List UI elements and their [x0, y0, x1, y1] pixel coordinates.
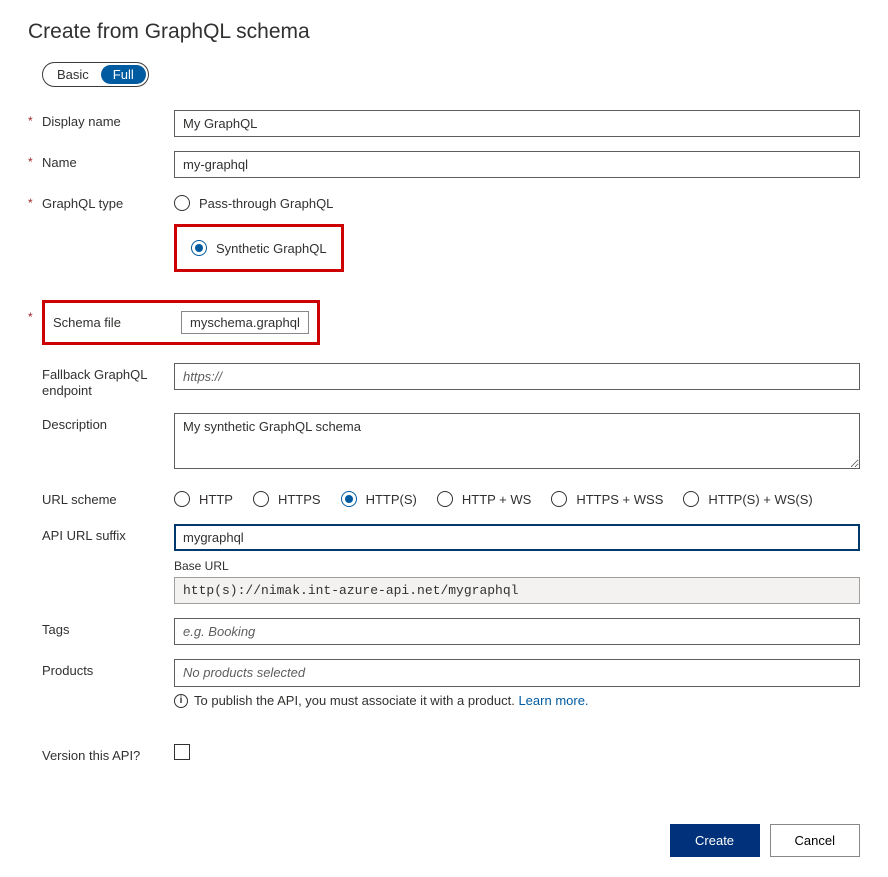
api-url-suffix-input[interactable] — [174, 524, 860, 551]
radio-passthrough-label: Pass-through GraphQL — [199, 196, 333, 211]
radio-https-both-label: HTTP(S) — [366, 492, 417, 507]
radio-http[interactable] — [174, 491, 190, 507]
publish-info-text: To publish the API, you must associate i… — [194, 693, 589, 708]
radio-https-label: HTTPS — [278, 492, 321, 507]
required-indicator: * — [28, 110, 42, 128]
radio-https-wss[interactable] — [551, 491, 567, 507]
required-indicator: * — [28, 192, 42, 210]
view-toggle[interactable]: Basic Full — [42, 62, 149, 87]
graphql-type-label: GraphQL type — [42, 192, 174, 212]
base-url-value: http(s)://nimak.int-azure-api.net/mygrap… — [174, 577, 860, 604]
products-placeholder: No products selected — [183, 665, 305, 680]
radio-http-ws-label: HTTP + WS — [462, 492, 531, 507]
synthetic-highlight: Synthetic GraphQL — [174, 224, 344, 272]
api-url-suffix-label: API URL suffix — [42, 524, 174, 544]
radio-synthetic-label: Synthetic GraphQL — [216, 241, 327, 256]
radio-synthetic[interactable] — [191, 240, 207, 256]
radio-https-wss-both-label: HTTP(S) + WS(S) — [708, 492, 812, 507]
toggle-basic[interactable]: Basic — [45, 65, 101, 84]
fallback-endpoint-input[interactable] — [174, 363, 860, 390]
url-scheme-label: URL scheme — [42, 488, 174, 508]
name-label: Name — [42, 151, 174, 171]
fallback-endpoint-label: Fallback GraphQL endpoint — [42, 363, 174, 399]
base-url-label: Base URL — [174, 559, 860, 573]
radio-https-both[interactable] — [341, 491, 357, 507]
description-label: Description — [42, 413, 174, 433]
products-label: Products — [42, 659, 174, 679]
schema-file-label: Schema file — [53, 315, 185, 330]
radio-http-ws[interactable] — [437, 491, 453, 507]
name-input[interactable] — [174, 151, 860, 178]
radio-https-wss-both[interactable] — [683, 491, 699, 507]
schema-file-highlight: Schema file myschema.graphql — [42, 300, 320, 345]
required-indicator: * — [28, 151, 42, 169]
display-name-label: Display name — [42, 110, 174, 130]
radio-https[interactable] — [253, 491, 269, 507]
radio-http-label: HTTP — [199, 492, 233, 507]
tags-input[interactable] — [174, 618, 860, 645]
radio-https-wss-label: HTTPS + WSS — [576, 492, 663, 507]
info-icon: i — [174, 694, 188, 708]
radio-passthrough[interactable] — [174, 195, 190, 211]
description-input[interactable]: My synthetic GraphQL schema — [174, 413, 860, 469]
toggle-full[interactable]: Full — [101, 65, 146, 84]
tags-label: Tags — [42, 618, 174, 638]
required-indicator: * — [28, 306, 42, 324]
version-api-label: Version this API? — [42, 744, 174, 764]
version-api-checkbox[interactable] — [174, 744, 190, 760]
page-title: Create from GraphQL schema — [28, 20, 860, 44]
products-input[interactable]: No products selected — [174, 659, 860, 687]
learn-more-link[interactable]: Learn more. — [518, 693, 588, 708]
display-name-input[interactable] — [174, 110, 860, 137]
schema-file-chip[interactable]: myschema.graphql — [181, 311, 309, 334]
